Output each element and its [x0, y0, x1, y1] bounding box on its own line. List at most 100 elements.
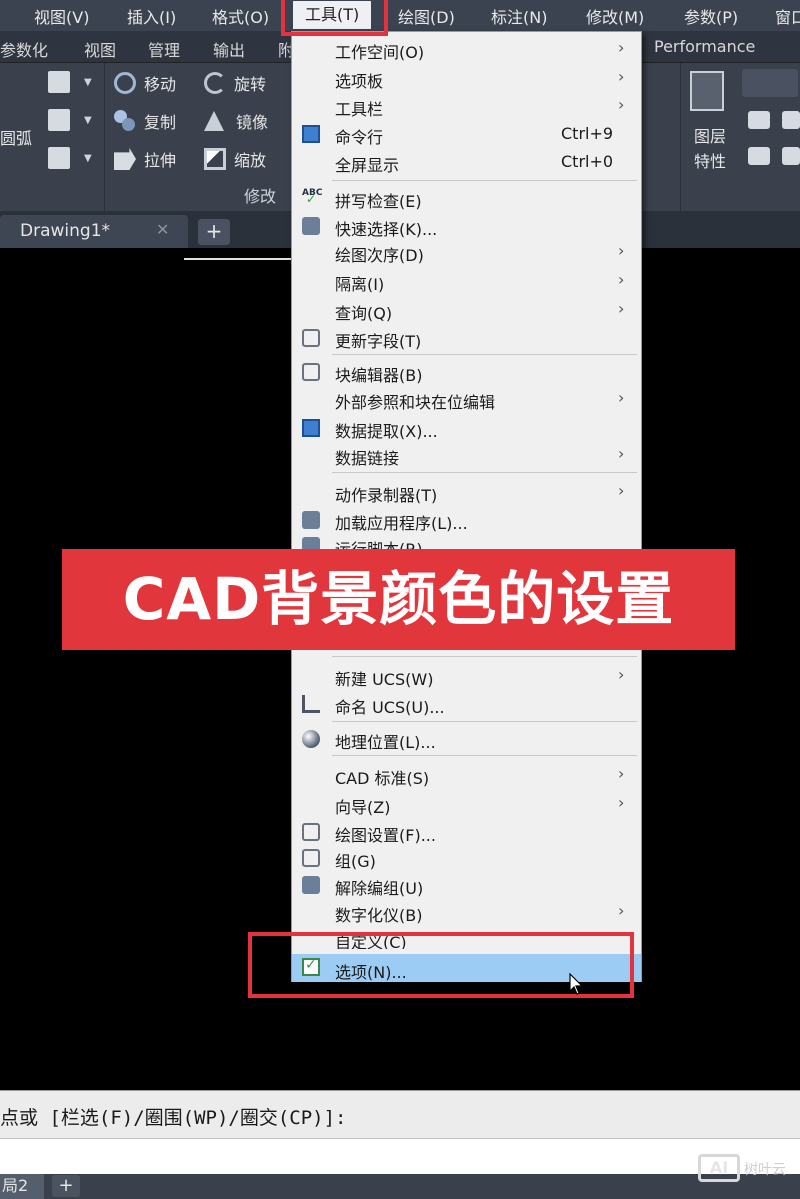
menu-item-data-extraction[interactable]: 数据提取(X)...: [292, 415, 641, 441]
menu-item-label: 组(G): [335, 852, 376, 871]
menu-format[interactable]: 格式(O): [212, 4, 269, 28]
close-icon[interactable]: ✕: [156, 220, 169, 239]
new-document-button[interactable]: +: [198, 219, 230, 245]
menu-item-label: 数字化仪(B): [335, 906, 423, 925]
update-field-icon: [302, 329, 320, 347]
menu-item-label: CAD 标准(S): [335, 769, 430, 788]
menu-item-shortcut: Ctrl+9: [561, 124, 614, 143]
layer-properties-icon[interactable]: [690, 71, 724, 111]
menu-item-isolate[interactable]: 隔离(I) ›: [292, 268, 641, 294]
menu-item-block-editor[interactable]: 块编辑器(B): [292, 359, 641, 385]
hatch-tool-button[interactable]: ▼: [48, 147, 92, 169]
menu-item-xref-edit[interactable]: 外部参照和块在位编辑 ›: [292, 386, 641, 412]
menu-window[interactable]: 窗口: [775, 4, 800, 28]
copy-icon: [114, 110, 136, 132]
menu-item-group[interactable]: 组(G): [292, 845, 641, 871]
menu-separator: [332, 755, 637, 756]
menu-item-draw-order[interactable]: 绘图次序(D) ›: [292, 239, 641, 265]
ribbon-tab-parametric[interactable]: 参数化: [0, 37, 48, 61]
menu-separator: [332, 472, 637, 473]
document-tab-title: Drawing1*: [20, 221, 111, 241]
menu-item-workspaces[interactable]: 工作空间(O) ›: [292, 36, 641, 62]
layer-label: 图层: [694, 127, 727, 146]
menu-item-new-ucs[interactable]: 新建 UCS(W) ›: [292, 663, 641, 689]
modify-panel-title[interactable]: 修改: [244, 183, 276, 207]
menu-separator: [332, 721, 637, 722]
layout-tab[interactable]: 局2: [0, 1174, 44, 1199]
menu-item-load-application[interactable]: 加载应用程序(L)...: [292, 507, 641, 533]
menu-item-command-line[interactable]: 命令行 Ctrl+9: [292, 121, 641, 147]
layer-freeze-icon[interactable]: [748, 147, 770, 165]
chevron-right-icon: ›: [618, 901, 625, 920]
command-line-history: 点或 [栏选(F)/圈围(WP)/圈交(CP)]:: [0, 1090, 800, 1138]
scale-button[interactable]: 缩放: [204, 147, 266, 171]
chevron-right-icon: ›: [618, 764, 625, 783]
tools-dropdown-menu: 工作空间(O) › 选项板 › 工具栏 › 命令行 Ctrl+9 全屏显示 Ctrl+0 …: [291, 31, 642, 982]
layout-tabs: 局2 +: [0, 1174, 800, 1199]
menu-item-tablet[interactable]: 数字化仪(B) ›: [292, 899, 641, 925]
circle-tool-button[interactable]: ▼: [48, 109, 92, 131]
menu-item-wizards[interactable]: 向导(Z) ›: [292, 791, 641, 817]
menu-parametric[interactable]: 参数(P): [684, 4, 738, 28]
menu-item-palettes[interactable]: 选项板 ›: [292, 65, 641, 91]
menu-item-toolbars[interactable]: 工具栏 ›: [292, 93, 641, 119]
menu-item-label: 工具栏: [335, 100, 384, 119]
menu-item-label: 命令行: [335, 128, 384, 147]
menu-draw[interactable]: 绘图(D): [398, 4, 455, 28]
ribbon-tab-manage[interactable]: 管理: [148, 37, 180, 61]
menu-item-label: 命名 UCS(U)...: [335, 698, 445, 717]
menu-item-label: 拼写检查(E): [335, 192, 422, 211]
watermark: AI 树叶云: [698, 1152, 796, 1186]
menu-item-named-ucs[interactable]: 命名 UCS(U)...: [292, 691, 641, 717]
move-button[interactable]: 移动: [114, 71, 176, 95]
menu-item-drafting-settings[interactable]: 绘图设置(F)...: [292, 819, 641, 845]
menu-separator: [332, 180, 637, 181]
line-tool-button[interactable]: ▼: [48, 71, 92, 93]
copy-label: 复制: [144, 113, 177, 132]
layer-match-icon[interactable]: [782, 147, 800, 165]
menu-modify[interactable]: 修改(M): [586, 4, 644, 28]
chevron-right-icon: ›: [618, 67, 625, 86]
watermark-text: 树叶云: [744, 1162, 786, 1178]
layer-lock-icon[interactable]: [782, 111, 800, 129]
menu-item-ungroup[interactable]: 解除编组(U): [292, 872, 641, 898]
mirror-icon: [204, 111, 224, 131]
document-tab-drawing1[interactable]: Drawing1* ✕: [0, 215, 188, 248]
menu-separator: [332, 354, 637, 355]
layer-on-icon[interactable]: [748, 111, 770, 129]
menu-item-label: 快速选择(K)...: [335, 220, 438, 239]
menu-item-inquiry[interactable]: 查询(Q) ›: [292, 297, 641, 323]
menu-view[interactable]: 视图(V): [34, 4, 89, 28]
menu-item-label: 数据提取(X)...: [335, 422, 438, 441]
chevron-right-icon: ›: [618, 444, 625, 463]
copy-button[interactable]: 复制: [114, 109, 176, 133]
menu-item-data-links[interactable]: 数据链接 ›: [292, 442, 641, 468]
ungroup-icon: [302, 876, 320, 894]
circle-icon: [48, 109, 70, 131]
stretch-button[interactable]: 拉伸: [114, 147, 176, 171]
stretch-label: 拉伸: [144, 151, 177, 170]
menu-item-spell-check[interactable]: ABC 拼写检查(E): [292, 185, 641, 212]
menu-item-action-recorder[interactable]: 动作录制器(T) ›: [292, 479, 641, 505]
menu-dimension[interactable]: 标注(N): [491, 4, 547, 28]
ribbon-tab-performance[interactable]: Performance: [654, 37, 755, 56]
quick-select-icon: [302, 217, 320, 235]
menu-item-quick-select[interactable]: 快速选择(K)...: [292, 213, 641, 239]
menu-item-cad-standards[interactable]: CAD 标准(S) ›: [292, 762, 641, 788]
mirror-button[interactable]: 镜像: [204, 109, 268, 133]
menu-item-clean-screen[interactable]: 全屏显示 Ctrl+0: [292, 149, 641, 175]
menu-item-label: 绘图次序(D): [335, 246, 424, 265]
ribbon-tab-view[interactable]: 视图: [84, 37, 116, 61]
rotate-button[interactable]: 旋转: [204, 71, 266, 95]
menu-item-label: 隔离(I): [335, 275, 385, 294]
ribbon-tab-output[interactable]: 输出: [213, 37, 245, 61]
add-layout-button[interactable]: +: [52, 1175, 80, 1197]
load-application-icon: [302, 511, 320, 529]
light-bulb-icon[interactable]: [742, 69, 798, 97]
menu-insert[interactable]: 插入(I): [127, 4, 176, 28]
chevron-right-icon: ›: [618, 481, 625, 500]
menu-item-geographic-location[interactable]: 地理位置(L)...: [292, 726, 641, 752]
arc-label[interactable]: 圆弧: [0, 125, 32, 149]
menu-item-update-fields[interactable]: 更新字段(T): [292, 325, 641, 351]
command-input[interactable]: [0, 1138, 800, 1174]
